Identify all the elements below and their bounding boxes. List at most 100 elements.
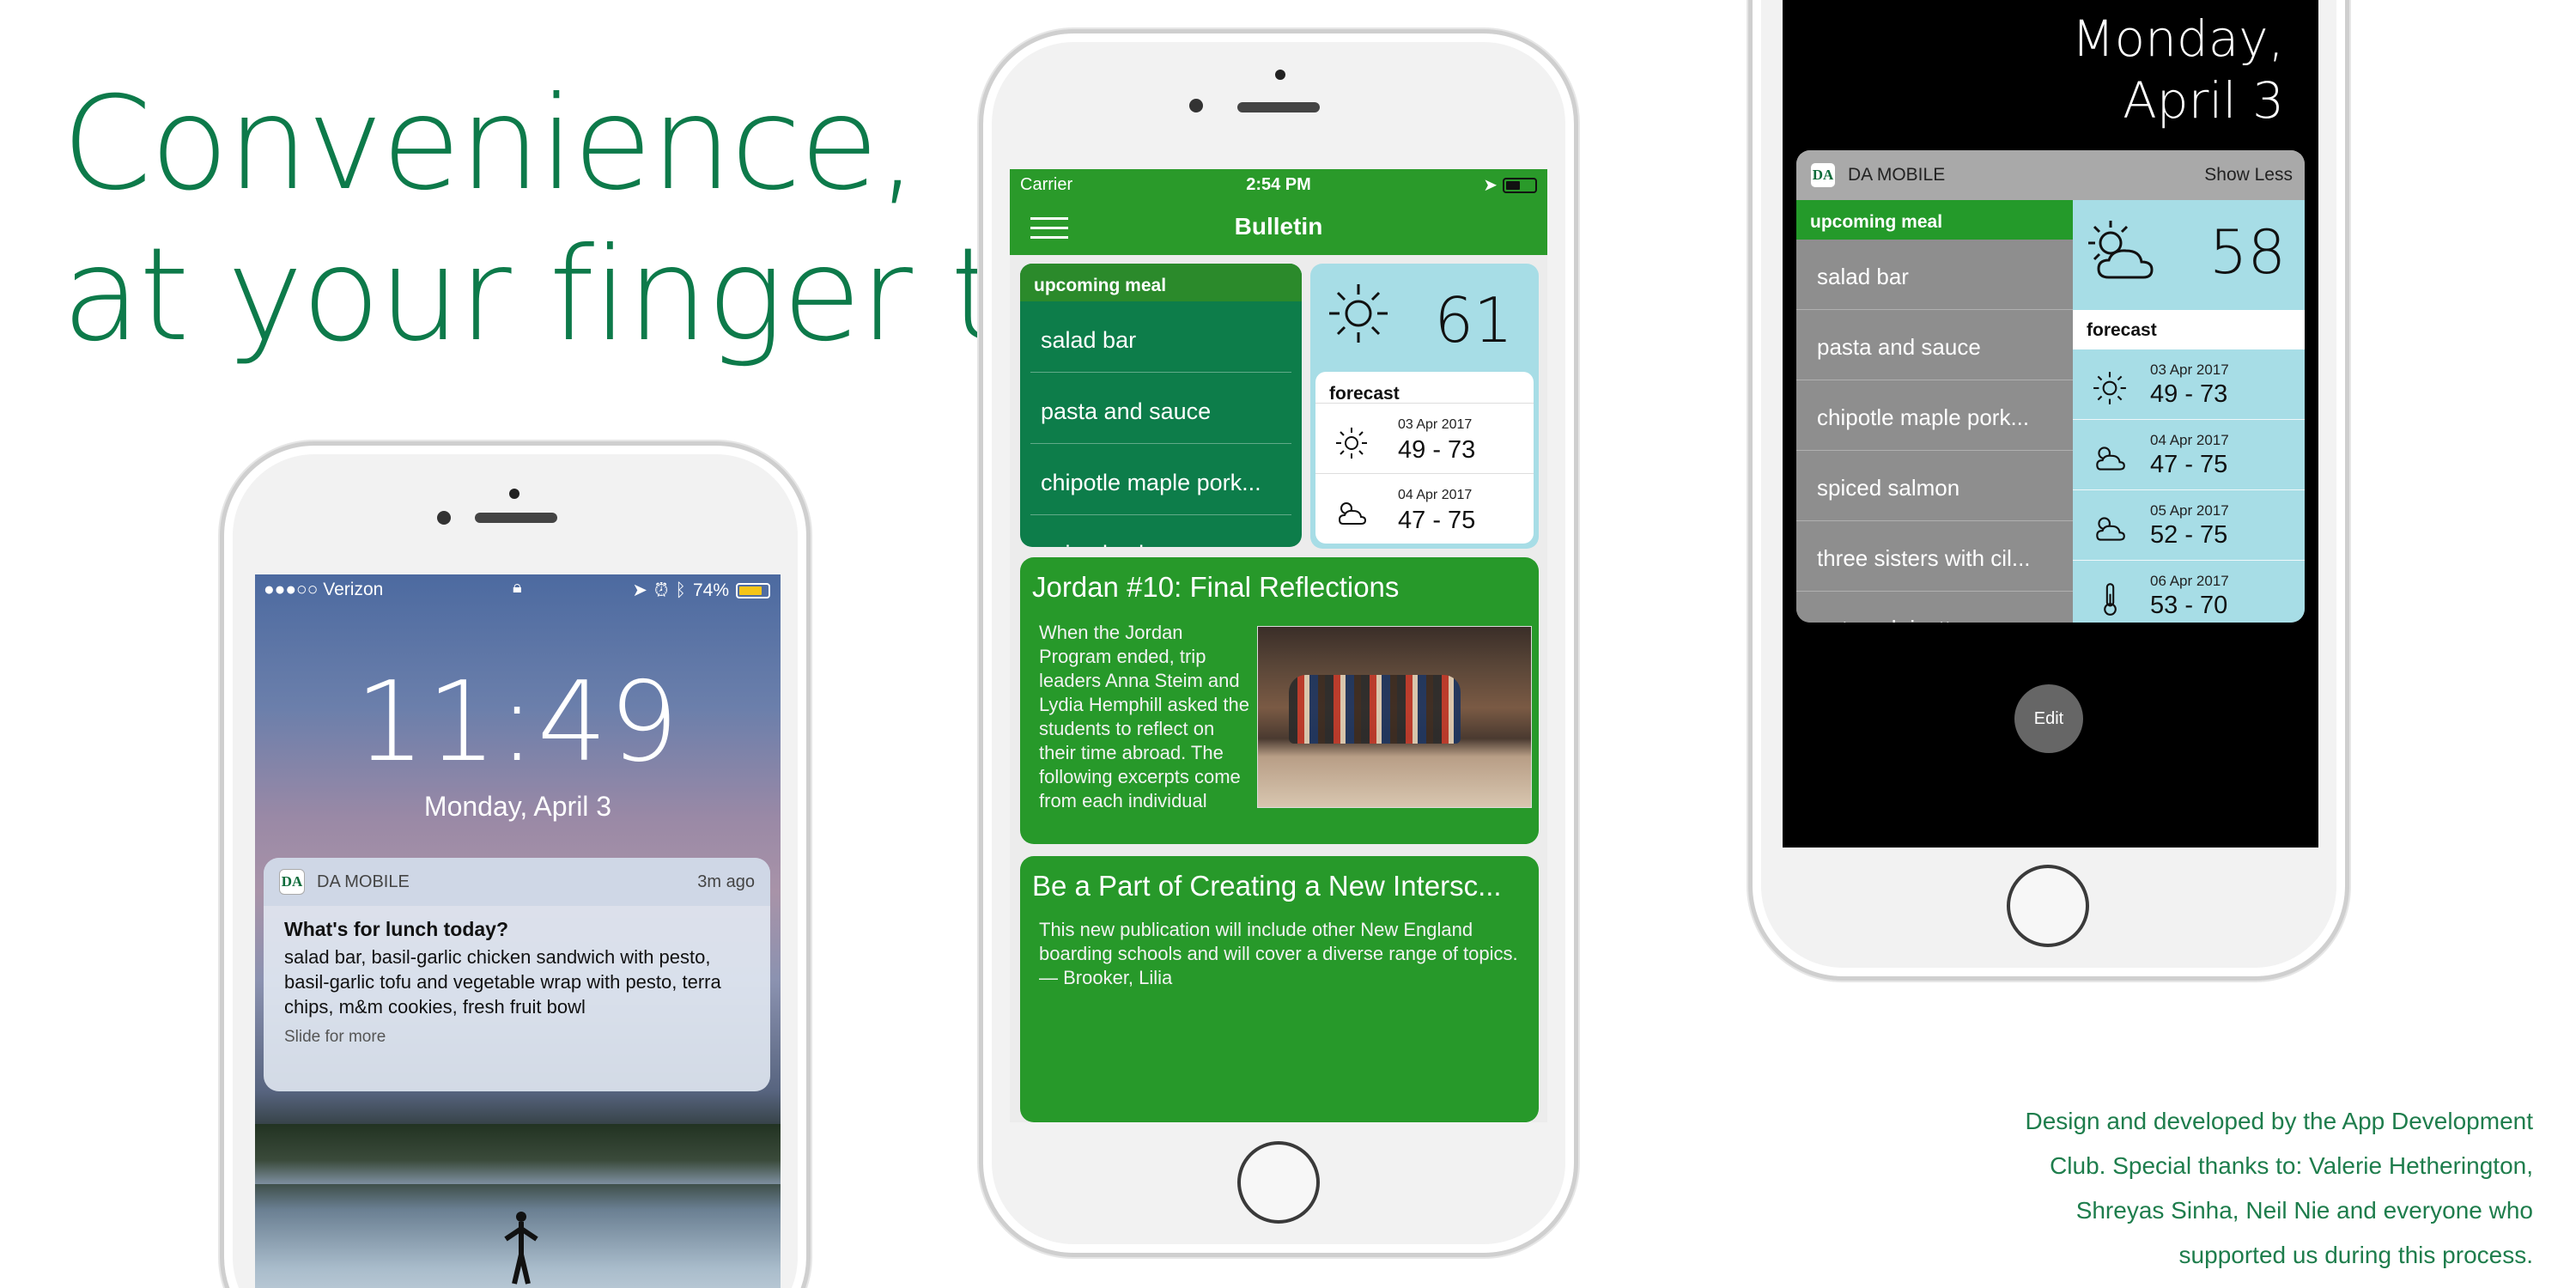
forecast-date: 06 Apr 2017 (2150, 573, 2229, 589)
notification-app-name: DA MOBILE (317, 872, 410, 891)
forecast-row: 04 Apr 2017 47 - 75 (2073, 420, 2305, 490)
meal-item[interactable]: salad bar (1796, 240, 2073, 310)
meal-item[interactable]: spiced salmon (1796, 451, 2073, 521)
da-mobile-widget[interactable]: DA DA MOBILE Show Less upcoming meal sal… (1796, 150, 2305, 623)
lock-screen: ●●●○○ Verizon 🔒︎ ➤ ⏰︎ ᛒ 74% 11:49 Monday… (255, 574, 781, 1288)
wallpaper-skater-figure (504, 1212, 538, 1285)
forecast-row: 03 Apr 2017 49 - 73 (2073, 349, 2305, 420)
forecast-range: 47 - 75 (2150, 451, 2228, 478)
location-icon: ➤ (632, 580, 647, 600)
front-camera (1189, 99, 1203, 112)
widget-date: Monday, April 3 (2072, 8, 2284, 131)
widget-meal-list: upcoming meal salad bar pasta and sauce … (1796, 200, 2073, 623)
forecast-row: 06 Apr 2017 53 - 70 (2073, 561, 2305, 623)
forecast-panel: forecast 03 Apr 2017 49 - 73 04 Apr 2017… (1315, 372, 1534, 544)
front-camera (437, 511, 451, 525)
notification-header: DA DA MOBILE 3m ago (264, 858, 770, 906)
article-excerpt: This new publication will include other … (1039, 919, 1518, 988)
meal-item[interactable]: spiced salmon (1030, 515, 1291, 547)
partly-cloudy-icon (2096, 517, 2125, 541)
meal-card-header: upcoming meal (1020, 264, 1302, 301)
lunch-notification[interactable]: DA DA MOBILE 3m ago What's for lunch tod… (264, 858, 770, 1091)
slide-for-more-hint: Slide for more (284, 1028, 386, 1046)
forecast-range: 47 - 75 (1398, 507, 1476, 534)
da-mobile-app-icon: DA (1810, 162, 1836, 188)
upcoming-meal-card[interactable]: upcoming meal salad bar pasta and sauce … (1020, 264, 1302, 547)
forecast-label: forecast (1329, 384, 1400, 404)
forecast-row: 05 Apr 2017 52 - 75 (2073, 490, 2305, 561)
sun-icon (1336, 428, 1367, 459)
home-button[interactable] (2007, 865, 2089, 947)
show-less-button[interactable]: Show Less (2204, 165, 2293, 185)
partly-cloudy-icon (2088, 221, 2154, 279)
forecast-row: 03 Apr 2017 49 - 73 (1315, 403, 1534, 473)
lock-time: 11:49 (355, 659, 681, 787)
forecast-range: 53 - 70 (2150, 592, 2228, 619)
notification-body: What's for lunch today? salad bar, basil… (264, 906, 770, 1059)
alarm-icon: ⏰︎ (653, 580, 669, 600)
article-photo (1257, 626, 1532, 808)
headline-line-2: at your finger tip (62, 221, 1115, 370)
battery-percent: 74% (692, 580, 729, 600)
notification-title: What's for lunch today? (284, 918, 509, 940)
notification-age: 3m ago (697, 872, 755, 891)
wallpaper-treeline (255, 1124, 781, 1184)
meal-item[interactable]: oatmeal risotto (1796, 592, 2073, 623)
status-time: 2:54 PM (1246, 175, 1311, 194)
home-button[interactable] (1237, 1141, 1320, 1224)
notification-text: salad bar, basil-garlic chicken sandwich… (284, 946, 721, 1018)
meal-item[interactable]: salad bar (1030, 301, 1291, 373)
forecast-range: 49 - 73 (2150, 380, 2228, 408)
edit-widgets-button[interactable]: Edit (2014, 684, 2083, 753)
forecast-label: forecast (2073, 310, 2305, 349)
status-bar: Carrier 2:54 PM ➤ (1010, 169, 1547, 200)
meal-item[interactable]: pasta and sauce (1796, 310, 2073, 380)
current-temperature: 58 (2208, 217, 2286, 288)
widget-date-day: April 3 (2123, 71, 2284, 130)
bulletin-screen: Carrier 2:54 PM ➤ Bulletin upcoming meal… (1010, 169, 1547, 1122)
widget-date-weekday: Monday, (2071, 9, 2284, 68)
credits-line-3: Shreyas Sinha, Neil Nie and everyone who (2075, 1197, 2533, 1224)
proximity-sensor (1275, 70, 1285, 80)
forecast-range: 52 - 75 (2150, 521, 2228, 549)
thermometer-icon (2104, 583, 2117, 616)
nav-title: Bulletin (1234, 213, 1323, 240)
status-bar: ●●●○○ Verizon 🔒︎ ➤ ⏰︎ ᛒ 74% (255, 574, 781, 605)
status-right: ➤ (1483, 174, 1537, 196)
meal-item[interactable]: three sisters with cil... (1796, 521, 2073, 592)
lock-icon: 🔒︎ (513, 578, 522, 597)
proximity-sensor (509, 489, 519, 499)
credits: Design and developed by the App Developm… (1984, 1099, 2533, 1278)
lock-date: Monday, April 3 (423, 791, 612, 822)
meal-item[interactable]: pasta and sauce (1030, 373, 1291, 444)
article-title: Be a Part of Creating a New Intersc... (1032, 870, 1502, 902)
widget-screen: Monday, April 3 DA DA MOBILE Show Less u… (1783, 0, 2318, 848)
article-title: Jordan #10: Final Reflections (1032, 571, 1400, 603)
partly-cloudy-icon (2096, 447, 2125, 471)
article-card[interactable]: Jordan #10: Final Reflections When the J… (1020, 557, 1539, 844)
article-card[interactable]: Be a Part of Creating a New Intersc... T… (1020, 856, 1539, 1122)
headline: Convenience, at your finger tip (62, 69, 1115, 371)
navigation-bar: Bulletin (1010, 200, 1547, 255)
phone-widget-screen: Monday, April 3 DA DA MOBILE Show Less u… (1748, 0, 2349, 981)
da-mobile-app-icon: DA (279, 869, 305, 895)
meal-item[interactable]: chipotle maple pork... (1030, 444, 1291, 515)
widget-app-name: DA MOBILE (1848, 165, 1946, 185)
widget-weather: 58 forecast 03 Apr 2017 49 - 73 04 Apr 2… (2073, 200, 2305, 623)
sun-icon (2093, 372, 2126, 404)
headline-line-1: Convenience, (62, 70, 918, 219)
forecast-row: 04 Apr 2017 47 - 75 (1315, 473, 1534, 544)
bluetooth-icon: ᛒ (675, 580, 686, 600)
phone-lock-screen: ●●●○○ Verizon 🔒︎ ➤ ⏰︎ ᛒ 74% 11:49 Monday… (220, 441, 811, 1288)
weather-card[interactable]: 61 forecast 03 Apr 2017 49 - 73 04 Apr 2… (1310, 264, 1539, 549)
widget-header: DA DA MOBILE Show Less (1796, 150, 2305, 200)
earpiece-speaker (475, 513, 557, 523)
forecast-date: 04 Apr 2017 (1398, 488, 1473, 502)
widget-meal-header: upcoming meal (1796, 200, 2073, 240)
meal-item[interactable]: chipotle maple pork... (1796, 380, 2073, 451)
location-icon: ➤ (1483, 176, 1498, 195)
forecast-date: 04 Apr 2017 (2150, 432, 2229, 448)
marketing-canvas: Convenience, at your finger tip Design a… (0, 0, 2576, 1288)
credits-line-2: Club. Special thanks to: Valerie Hetheri… (2050, 1152, 2533, 1179)
sun-icon (1329, 284, 1388, 343)
